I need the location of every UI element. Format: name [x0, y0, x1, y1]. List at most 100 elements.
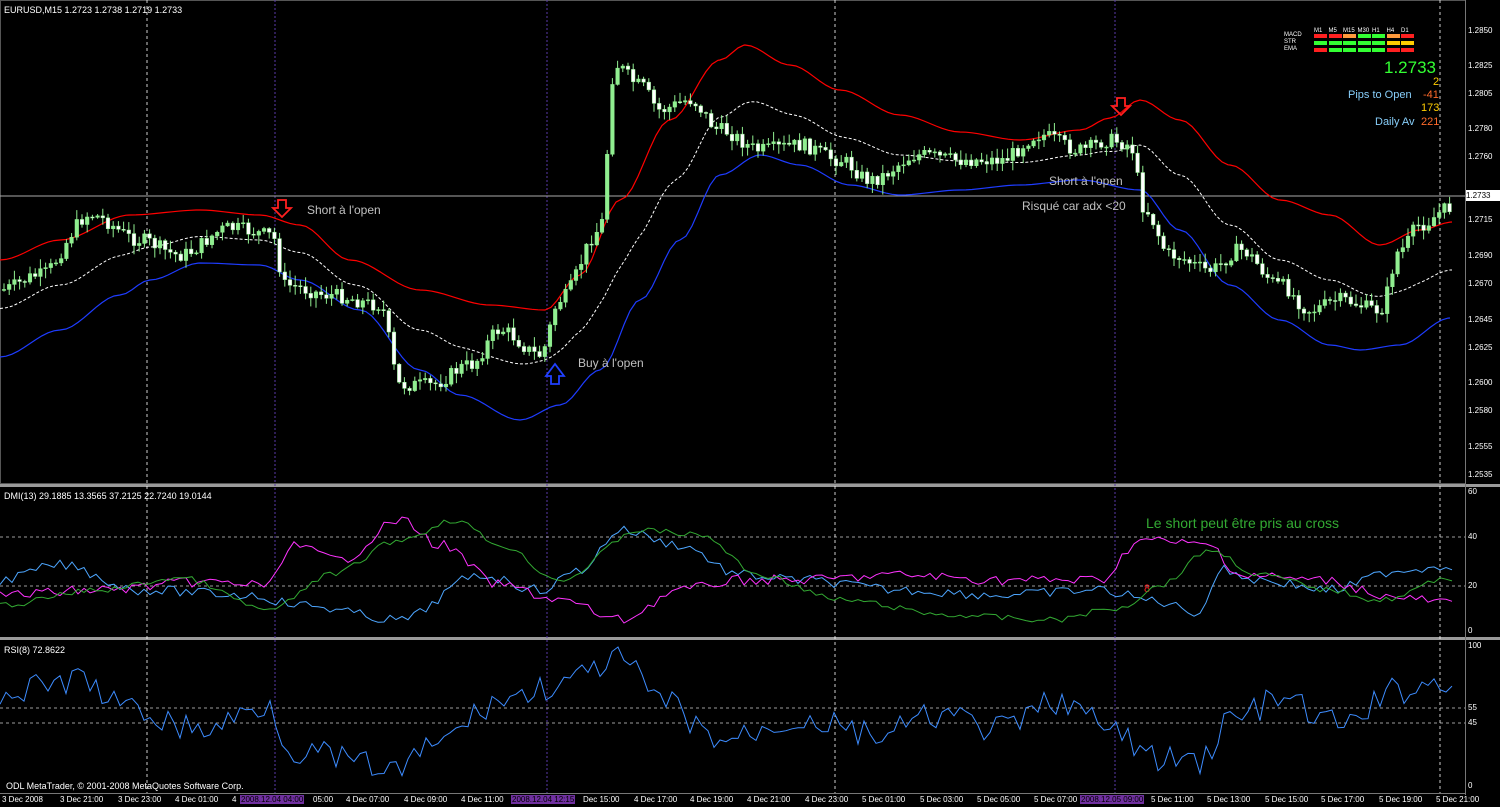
candle-body: [958, 159, 963, 166]
candle-body: [407, 388, 412, 391]
candle-body: [412, 380, 417, 391]
candle-body: [485, 340, 490, 359]
candle-body: [573, 269, 579, 281]
candle-body: [480, 358, 485, 362]
signal-cell: [1343, 34, 1356, 38]
candle-body: [365, 299, 371, 302]
candle-body: [241, 222, 246, 225]
candle-body: [1078, 144, 1083, 154]
main-panel-border: [0, 0, 1466, 484]
candle-body: [1338, 292, 1343, 302]
candle-body: [1047, 131, 1052, 136]
candle-body: [844, 156, 849, 163]
candle-body: [610, 84, 615, 155]
candle-body: [818, 145, 823, 148]
signal-cell: [1357, 41, 1371, 45]
candle-body: [745, 143, 750, 148]
candle-body: [984, 161, 989, 165]
candle-body: [1447, 203, 1452, 213]
candle-body: [386, 310, 391, 333]
price-tick: 1.2555: [1468, 442, 1493, 451]
time-tick: Dec 15:00: [583, 795, 620, 804]
candle-body: [625, 65, 631, 70]
time-tick: 3 Dec 2008: [2, 795, 43, 804]
price-tick: 1.2670: [1468, 279, 1493, 288]
panel-separator-2: [0, 637, 1500, 640]
time-tick: 4 Dec 07:00: [346, 795, 390, 804]
time-tick: 4 Dec 17:00: [634, 795, 678, 804]
candle-body: [995, 157, 1000, 164]
candle-body: [1114, 133, 1119, 143]
time-tick: 5 Dec 01:00: [862, 795, 906, 804]
candle-body: [131, 233, 137, 246]
candle-body: [589, 243, 594, 246]
candle-body: [922, 150, 927, 155]
candle-body: [7, 284, 12, 290]
candle-body: [454, 368, 459, 374]
dmi-minus-line: [0, 516, 1453, 624]
price-tick: 1.2760: [1468, 152, 1493, 161]
candle-body: [724, 123, 729, 135]
time-tick: 4 Dec 21:00: [747, 795, 791, 804]
candle-body: [1234, 243, 1239, 262]
candle-body: [979, 159, 984, 163]
candle-body: [313, 291, 319, 299]
candle-body: [781, 142, 787, 145]
candle-body: [1395, 251, 1400, 275]
price-tick: 1.2600: [1468, 378, 1493, 387]
candle-body: [631, 69, 636, 83]
candle-body: [750, 143, 755, 145]
candle-body: [1244, 249, 1249, 257]
candle-body: [1390, 273, 1395, 287]
candle-body: [833, 158, 839, 167]
candle-body: [646, 81, 651, 91]
price-tick: 1.2645: [1468, 315, 1493, 324]
candle-body: [183, 248, 189, 261]
chart-canvas[interactable]: 8: [0, 0, 1500, 807]
candle-body: [755, 143, 761, 152]
dmi-header: DMI(13) 29.1885 13.3565 37.2125 22.7240 …: [4, 491, 212, 501]
candle-body: [116, 225, 121, 230]
candle-body: [1239, 243, 1244, 250]
candle-body: [813, 145, 818, 155]
candle-body: [277, 238, 282, 273]
candle-body: [1, 289, 7, 291]
candle-body: [1171, 249, 1177, 259]
time-tick: 5 Dec 11:00: [1151, 795, 1194, 804]
candle-body: [1348, 296, 1353, 305]
candle-body: [397, 363, 402, 383]
candle-body: [1021, 148, 1026, 157]
price-tick: 1.2625: [1468, 343, 1493, 352]
candle-body: [891, 171, 896, 177]
lower-band: [0, 154, 1451, 421]
candle-body: [173, 251, 178, 255]
candle-body: [885, 173, 891, 177]
candle-body: [433, 382, 438, 385]
copyright: ODL MetaTrader, © 2001-2008 MetaQuotes S…: [6, 781, 244, 791]
candle-body: [293, 285, 298, 287]
candle-body: [943, 153, 948, 156]
candle-body: [1260, 263, 1265, 275]
time-tick: 5 Dec 21:00: [1436, 795, 1480, 804]
candle-body: [901, 164, 906, 167]
candle-body: [1353, 303, 1359, 306]
candle-body: [776, 141, 781, 145]
rsi-header: RSI(8) 72.8622: [4, 645, 66, 655]
candle-body: [1385, 286, 1390, 314]
candle-body: [1307, 312, 1312, 314]
signal-cell: [1401, 48, 1414, 52]
signal-cell: [1328, 41, 1342, 45]
candle-body: [911, 159, 917, 162]
candle-body: [1109, 133, 1114, 148]
candle-body: [43, 267, 48, 269]
candle-body: [220, 225, 225, 233]
candle-body: [475, 360, 480, 369]
dmi-tick: 40: [1468, 532, 1477, 541]
candle-body: [53, 262, 59, 265]
info-range-value: 173: [1421, 102, 1440, 114]
candle-body: [516, 340, 521, 347]
candle-body: [740, 133, 745, 148]
candle-body: [1296, 295, 1301, 310]
candle-body: [246, 222, 251, 235]
candle-body: [298, 285, 303, 287]
